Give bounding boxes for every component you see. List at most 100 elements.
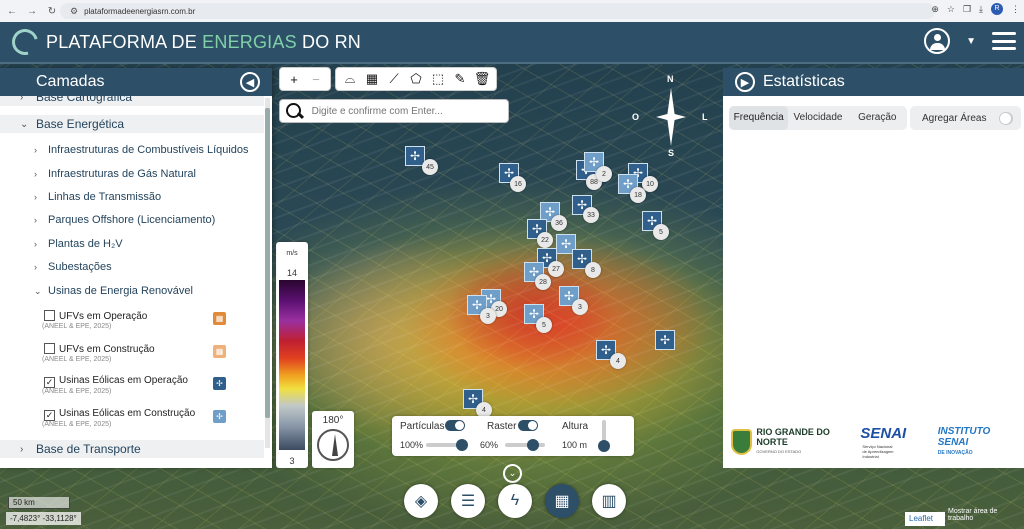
browser-menu-icon[interactable]: ⋮ bbox=[1011, 4, 1020, 15]
marker-count[interactable]: 36 bbox=[551, 215, 567, 231]
menu-icon[interactable] bbox=[992, 32, 1016, 50]
tab-velocidade[interactable]: Velocidade bbox=[788, 106, 847, 130]
trash-icon[interactable]: 🗑 bbox=[471, 69, 493, 89]
search-input[interactable] bbox=[311, 105, 508, 117]
legend-min: 3 bbox=[289, 456, 295, 466]
map-search[interactable] bbox=[279, 99, 509, 123]
zoom-icon[interactable]: ⊕ bbox=[931, 4, 939, 15]
marker-count[interactable]: 8 bbox=[585, 262, 601, 278]
back-icon[interactable]: ← bbox=[4, 6, 20, 17]
layer-gas-natural[interactable]: › Infraestruturas de Gás Natural bbox=[34, 168, 196, 180]
marker-count[interactable]: 28 bbox=[535, 274, 551, 290]
search-icon[interactable] bbox=[284, 101, 306, 121]
layer-usinas-renovavel[interactable]: ⌄ Usinas de Energia Renovável bbox=[34, 285, 193, 297]
raster-label: Raster bbox=[487, 421, 517, 432]
draw-polygon-icon[interactable]: ⬠ bbox=[405, 69, 427, 89]
edit-icon[interactable]: ✎ bbox=[449, 69, 471, 89]
marker-count[interactable]: 27 bbox=[548, 261, 564, 277]
wind-turbine-icon: ✢ bbox=[213, 410, 226, 423]
zoom-in-button[interactable]: + bbox=[283, 69, 305, 89]
layers-scrollbar[interactable] bbox=[265, 98, 270, 448]
chevron-down-icon[interactable]: ▼ bbox=[966, 36, 976, 47]
stats-title: Estatísticas bbox=[763, 73, 845, 90]
collapse-right-icon[interactable]: ▶ bbox=[735, 72, 755, 92]
rn-emblem-icon bbox=[731, 429, 753, 455]
layer-controls: Partículas 100% Raster 60% Altura 100 m bbox=[392, 416, 634, 456]
layer-linhas-transmissao[interactable]: › Linhas de Transmissão bbox=[34, 191, 161, 203]
tab-frequencia[interactable]: Frequência bbox=[729, 106, 789, 130]
layer-eolicas-operacao[interactable]: ✓ Usinas Eólicas em Operação (ANEEL & EPE… bbox=[42, 375, 188, 395]
layer-parques-offshore[interactable]: › Parques Offshore (Licenciamento) bbox=[34, 214, 215, 226]
site-info-icon[interactable]: ⚙ bbox=[70, 6, 78, 17]
aggregate-areas[interactable]: Agregar Áreas bbox=[910, 106, 1021, 130]
map-marker-wind[interactable]: ✢ bbox=[655, 330, 675, 350]
marker-count[interactable]: 3 bbox=[572, 299, 588, 315]
profile-avatar[interactable]: R bbox=[991, 3, 1003, 15]
list-icon[interactable]: ☰ bbox=[451, 484, 485, 518]
layer-plantas-h2v[interactable]: › Plantas de H₂V bbox=[34, 238, 123, 250]
marker-count[interactable]: 4 bbox=[610, 353, 626, 369]
aggregate-toggle[interactable] bbox=[999, 112, 1013, 125]
layers-stack-icon[interactable]: ◈ bbox=[404, 484, 438, 518]
raster-toggle[interactable] bbox=[518, 420, 538, 431]
marker-count[interactable]: 22 bbox=[537, 232, 553, 248]
marker-count[interactable]: 33 bbox=[583, 207, 599, 223]
height-slider[interactable] bbox=[598, 420, 610, 452]
grid-view-icon[interactable]: ▦ bbox=[545, 484, 579, 518]
bar-chart-icon[interactable]: ▥ bbox=[592, 484, 626, 518]
wind-direction-value: 180° bbox=[322, 415, 344, 426]
marker-count[interactable]: 16 bbox=[510, 176, 526, 192]
browser-toolbar: ← → ↻ ⚙ plataformadeenergiasrn.com.br ⊕ … bbox=[0, 0, 1024, 22]
draw-rectangle-icon[interactable]: ⬚ bbox=[427, 69, 449, 89]
marker-count[interactable]: 18 bbox=[630, 187, 646, 203]
layer-subestacoes[interactable]: › Subestações bbox=[34, 261, 112, 273]
wind-speed-legend: m/s 14 3 bbox=[276, 242, 308, 468]
draw-polyline-icon[interactable]: ⌓ bbox=[339, 69, 361, 89]
user-account-icon[interactable] bbox=[924, 28, 951, 54]
particles-label: Partículas bbox=[400, 421, 445, 432]
extensions-icon[interactable]: ❒ bbox=[963, 4, 971, 15]
raster-slider[interactable] bbox=[505, 439, 545, 451]
lightning-icon[interactable]: ϟ bbox=[498, 484, 532, 518]
group-base-transporte[interactable]: › Base de Transporte bbox=[0, 440, 264, 458]
checkbox[interactable]: ✓ bbox=[44, 377, 55, 388]
zoom-out-button[interactable]: − bbox=[305, 69, 327, 89]
grid-icon[interactable]: ▦ bbox=[361, 69, 383, 89]
particles-slider[interactable] bbox=[426, 439, 468, 451]
layer-ufvs-construcao[interactable]: UFVs em Construção (ANEEL & EPE, 2025) bbox=[42, 343, 155, 363]
checkbox[interactable] bbox=[44, 310, 55, 321]
layer-combustiveis[interactable]: › Infraestruturas de Combustíveis Líquido… bbox=[34, 144, 249, 156]
download-icon[interactable]: ⤓ bbox=[979, 4, 983, 15]
group-base-energetica[interactable]: ⌄ Base Energética bbox=[0, 115, 264, 133]
tab-geracao[interactable]: Geração bbox=[848, 106, 907, 130]
solar-panel-icon: ▦ bbox=[213, 345, 226, 358]
marker-count[interactable]: 3 bbox=[480, 308, 496, 324]
collapse-left-icon[interactable]: ◀ bbox=[240, 72, 260, 92]
checkbox[interactable]: ✓ bbox=[44, 410, 55, 421]
particles-toggle[interactable] bbox=[445, 420, 465, 431]
forward-icon[interactable]: → bbox=[24, 6, 40, 17]
wind-direction-dial-icon bbox=[317, 429, 349, 461]
checkbox[interactable] bbox=[44, 343, 55, 354]
legend-gradient bbox=[279, 280, 305, 450]
layer-eolicas-construcao[interactable]: ✓ Usinas Eólicas em Construção (ANEEL & E… bbox=[42, 408, 195, 428]
bookmark-star-icon[interactable]: ☆ bbox=[947, 4, 955, 15]
marker-count[interactable]: 5 bbox=[653, 224, 669, 240]
compass-south: S bbox=[668, 148, 675, 158]
height-label: Altura bbox=[562, 421, 589, 432]
address-bar[interactable]: ⚙ plataformadeenergiasrn.com.br bbox=[60, 3, 935, 19]
draw-line-icon[interactable]: ⟋ bbox=[383, 69, 405, 89]
marker-count[interactable]: 45 bbox=[422, 159, 438, 175]
layer-ufvs-operacao[interactable]: UFVs em Operação (ANEEL & EPE, 2025) bbox=[42, 310, 147, 330]
marker-count[interactable]: 5 bbox=[536, 317, 552, 333]
marker-count[interactable]: 2 bbox=[596, 166, 612, 182]
leaflet-attribution[interactable]: Leaflet bbox=[905, 512, 945, 526]
aggregate-label: Agregar Áreas bbox=[922, 112, 987, 124]
layers-title: Camadas bbox=[36, 73, 105, 90]
reload-icon[interactable]: ↻ bbox=[44, 6, 60, 17]
chevron-down-icon[interactable]: ⌄ bbox=[503, 464, 522, 483]
legend-max: 14 bbox=[286, 268, 297, 278]
group-base-cartografica[interactable]: › Base Cartográfica bbox=[0, 96, 264, 106]
partner-logos: RIO GRANDE DO NORTE GOVERNO DO ESTADO SEN… bbox=[731, 424, 1021, 460]
compass-rose: N O L S bbox=[632, 74, 710, 158]
